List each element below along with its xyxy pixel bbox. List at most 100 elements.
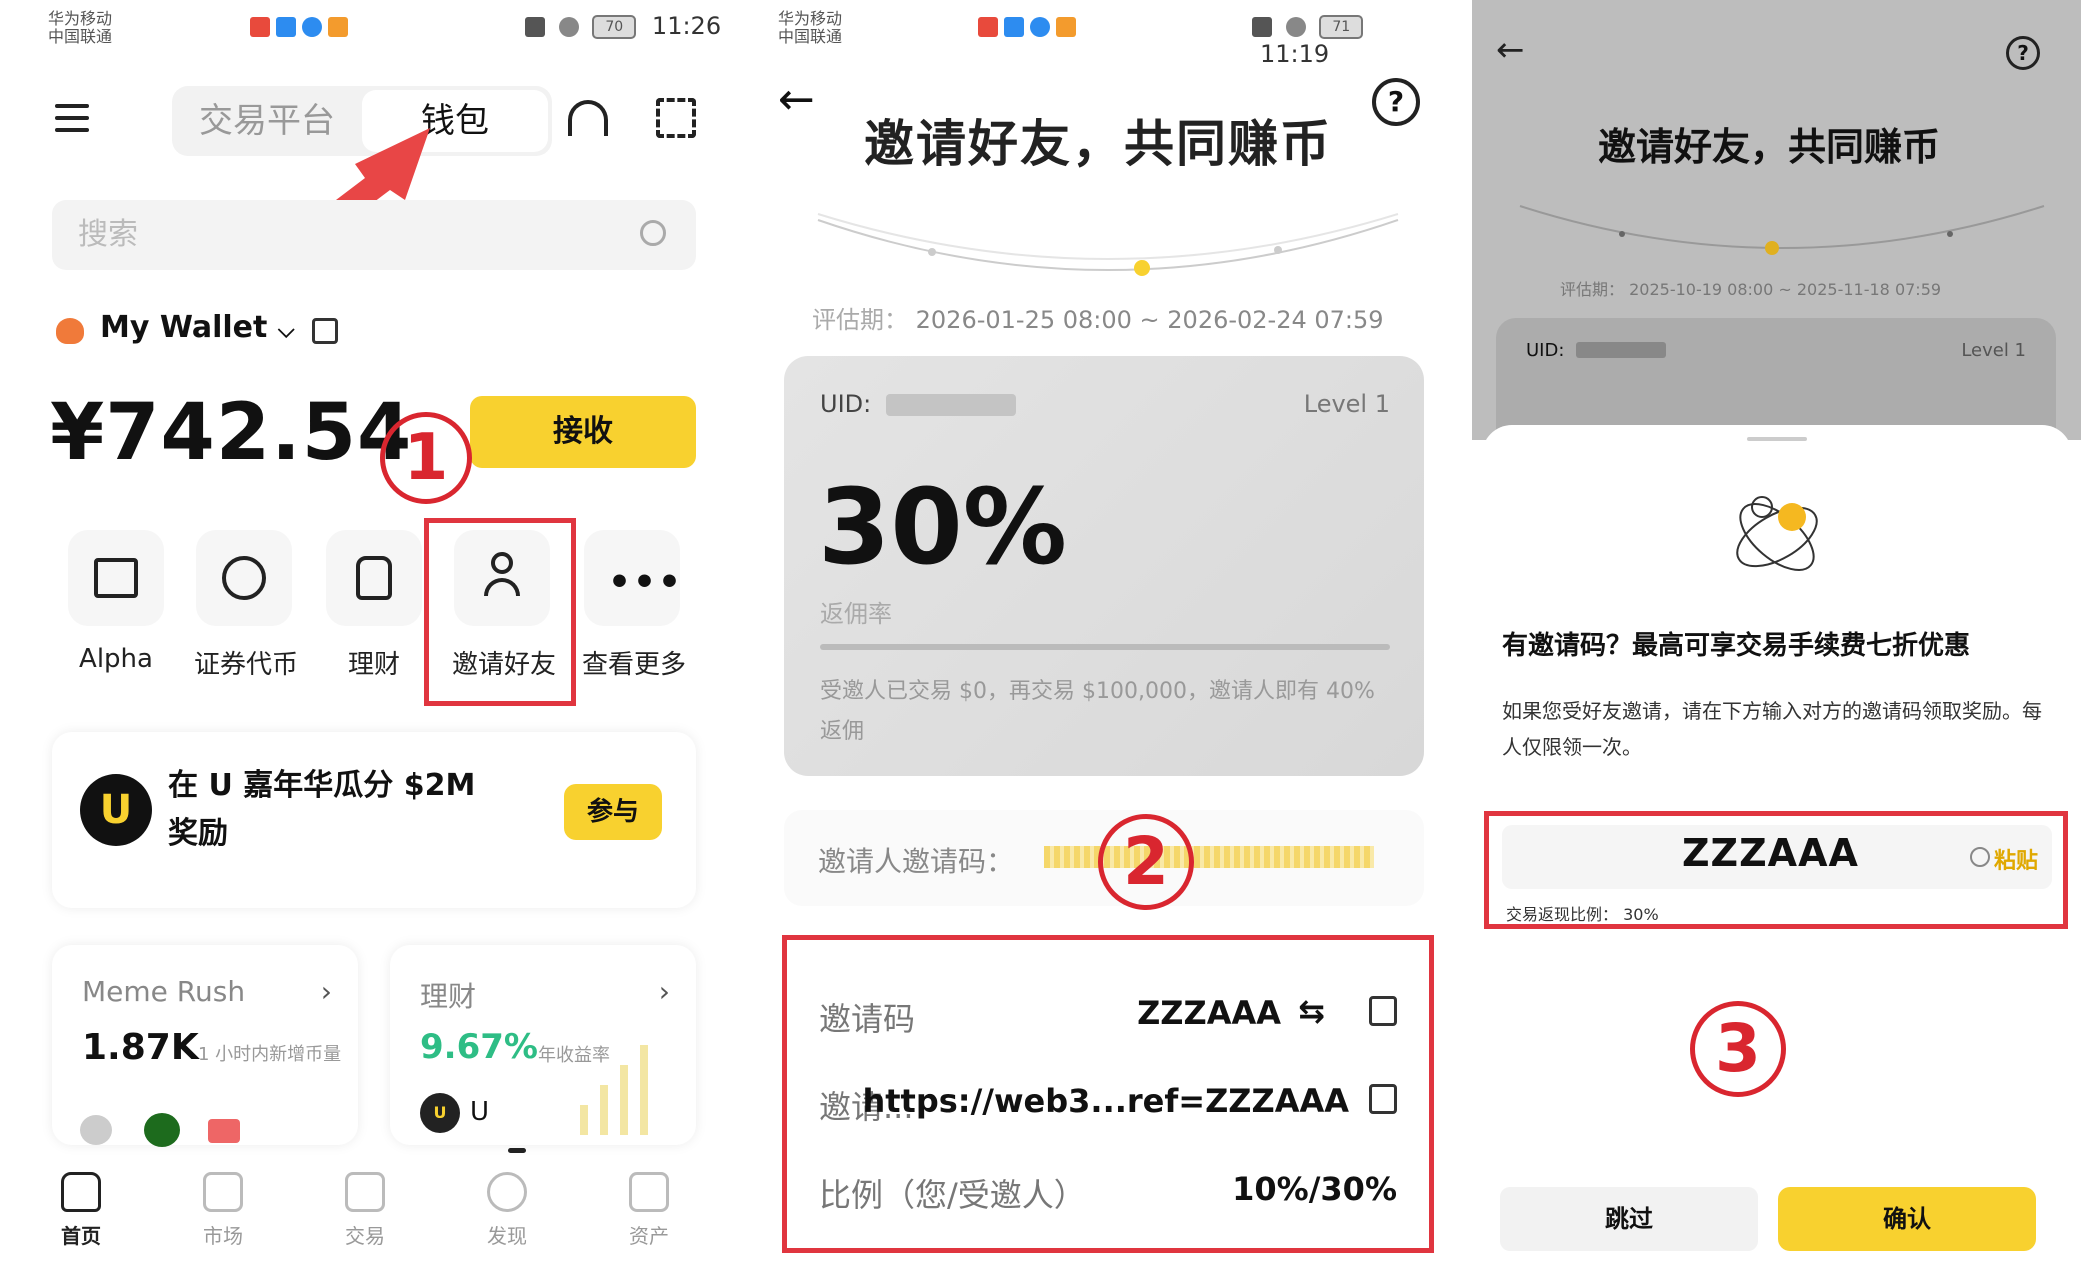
shortcut-label: 理财 xyxy=(347,650,400,680)
promo-banner[interactable]: U 在 U 嘉年华瓜分 $2M 奖励 参与 xyxy=(52,732,696,908)
token-icon xyxy=(80,1115,112,1145)
card-title: Meme Rush xyxy=(82,975,246,1008)
shortcut-earn[interactable]: 理财 xyxy=(324,530,424,681)
invite-code-label: 邀请码 xyxy=(819,1000,916,1038)
token-icon xyxy=(144,1113,180,1147)
promo-token-avatar: U xyxy=(80,774,152,846)
sheet-title: 有邀请码？最高可享交易手续费七折优惠 xyxy=(1502,631,1971,661)
ratio-label: 比例（您/受邀人） xyxy=(819,1176,1086,1214)
notification-icon xyxy=(276,16,296,37)
search-input[interactable]: 搜索 xyxy=(52,200,696,270)
wallet-balance: ¥742.54 xyxy=(50,388,413,478)
shortcut-alpha[interactable]: Alpha xyxy=(66,530,166,674)
nav-discover[interactable]: 发现 xyxy=(462,1172,552,1249)
nav-trade[interactable]: 交易 xyxy=(320,1172,410,1249)
invite-code-input[interactable]: ZZZAAA 粘贴 xyxy=(1502,825,2052,889)
home-icon xyxy=(61,1172,101,1212)
copy-icon[interactable] xyxy=(312,318,338,344)
wallet-name: My Wallet xyxy=(100,310,268,345)
signal-icon xyxy=(1252,17,1272,37)
invite-code-value: ZZZAAA xyxy=(1137,994,1281,1032)
wallet-home-screen: 华为移动 中国联通 70 11:26 交易平台 钱包 搜索 My Wallet … xyxy=(0,0,740,1280)
carrier-top: 华为移动 xyxy=(48,9,113,28)
shortcut-more[interactable]: ••• 查看更多 xyxy=(582,530,686,681)
nav-home[interactable]: 首页 xyxy=(36,1172,126,1249)
search-placeholder: 搜索 xyxy=(78,217,138,252)
rebate-label: 交易返现比例： xyxy=(1506,905,1619,924)
highlight-box-invite xyxy=(424,518,576,706)
invite-code-row: 邀请码 ZZZAAA ⇆ xyxy=(819,992,1397,1040)
paste-button[interactable]: 粘贴 xyxy=(1994,843,2038,875)
paste-icon xyxy=(1970,847,1990,867)
nav-assets[interactable]: 资产 xyxy=(604,1172,694,1249)
scan-icon[interactable] xyxy=(656,98,696,138)
meme-rush-card[interactable]: Meme Rush › 1.87K 1 小时内新增币量 xyxy=(52,945,358,1147)
receive-button[interactable]: 接收 xyxy=(470,396,696,468)
carrier-bottom: 中国联通 xyxy=(48,27,113,46)
confirm-button[interactable]: 确认 xyxy=(1778,1187,2036,1251)
help-icon[interactable]: ? xyxy=(2006,36,2040,70)
copy-icon[interactable] xyxy=(1369,1084,1397,1114)
shortcut-tokenized-stocks[interactable]: 证券代币 xyxy=(194,530,298,681)
status-bar-right: 70 11:26 xyxy=(525,12,721,40)
period-label: 评估期： xyxy=(1560,280,1625,299)
notification-icon xyxy=(1004,16,1024,37)
level-label: Level 1 xyxy=(1303,390,1390,418)
token-icon xyxy=(208,1119,240,1143)
referrer-code-redacted[interactable] xyxy=(1044,846,1374,868)
enter-invite-code-screen: ← ? 邀请好友，共同赚币 评估期： 2025-10-19 08:00 ~ 20… xyxy=(1472,0,2081,1280)
wallet-selector[interactable]: My Wallet ⌵ xyxy=(100,310,295,345)
uid-label: UID: xyxy=(820,390,872,418)
chevron-right-icon: › xyxy=(658,975,670,1008)
shortcut-label: Alpha xyxy=(79,644,153,674)
card-value: 1.87K xyxy=(82,1027,199,1068)
swap-icon[interactable]: ⇆ xyxy=(1298,992,1325,1030)
page-indicator xyxy=(508,1148,526,1153)
planet-icon xyxy=(1736,496,1818,571)
battery-indicator: 71 xyxy=(1319,15,1364,39)
back-arrow-icon[interactable]: ← xyxy=(1496,30,1525,70)
nav-label: 资产 xyxy=(629,1224,669,1248)
step-marker-1: 1 xyxy=(380,412,472,504)
step-marker-3: 3 xyxy=(1690,1001,1786,1097)
uid-redacted xyxy=(1576,342,1666,358)
nav-market[interactable]: 市场 xyxy=(178,1172,268,1249)
headset-icon[interactable] xyxy=(568,100,608,136)
signal-icon xyxy=(525,17,545,37)
help-icon[interactable]: ? xyxy=(1372,78,1420,126)
wallet-icon xyxy=(629,1172,669,1212)
skip-button[interactable]: 跳过 xyxy=(1500,1187,1758,1251)
calendar-icon xyxy=(94,558,138,598)
progress-text: 受邀人已交易 $0，再交易 $100,000，邀请人即有 40% 返佣 xyxy=(820,679,1375,744)
menu-icon[interactable] xyxy=(55,104,89,132)
period-label: 评估期： xyxy=(812,306,908,334)
period-value: 2026-01-25 08:00 ~ 2026-02-24 07:59 xyxy=(915,306,1384,334)
status-icons xyxy=(978,16,1082,37)
sheet-handle[interactable] xyxy=(1747,437,1807,441)
level-label: Level 1 xyxy=(1961,340,2026,361)
nav-label: 首页 xyxy=(61,1224,101,1248)
decorative-arc xyxy=(817,213,1399,276)
back-arrow-icon[interactable]: ← xyxy=(778,74,815,125)
notification-icon xyxy=(328,16,348,37)
copy-icon[interactable] xyxy=(1369,996,1397,1026)
progress-bar xyxy=(820,644,1390,650)
evaluation-period: 评估期： 2026-01-25 08:00 ~ 2026-02-24 07:59 xyxy=(812,300,1384,335)
earn-card[interactable]: 理财 › 9.67% 年收益率 U U xyxy=(390,945,696,1145)
invite-friends-screen: 华为移动 中国联通 71 11:19 ← ? 邀请好友，共同赚币 评估期： 20… xyxy=(768,0,1448,1280)
status-icons xyxy=(250,16,354,37)
chevron-down-icon: ⌵ xyxy=(277,318,295,343)
status-time: 11:19 xyxy=(1260,40,1330,68)
invite-code-value: ZZZAAA xyxy=(1682,831,1859,875)
dimmed-background: ← ? 邀请好友，共同赚币 评估期： 2025-10-19 08:00 ~ 20… xyxy=(1472,0,2081,458)
nav-label: 交易 xyxy=(345,1224,385,1248)
notification-icon xyxy=(250,16,270,37)
commission-rate: 30% xyxy=(818,466,1067,588)
stocks-icon xyxy=(222,556,266,600)
uid-label: UID: xyxy=(1526,340,1565,361)
invite-link-row: 邀请... https://web3...ref=ZZZAAA xyxy=(819,1082,1397,1128)
status-bar-right: 71 11:19 xyxy=(1252,12,1448,68)
promo-text: 在 U 嘉年华瓜分 $2M 奖励 xyxy=(168,768,476,851)
join-button[interactable]: 参与 xyxy=(564,784,662,840)
status-time: 11:26 xyxy=(651,12,722,40)
